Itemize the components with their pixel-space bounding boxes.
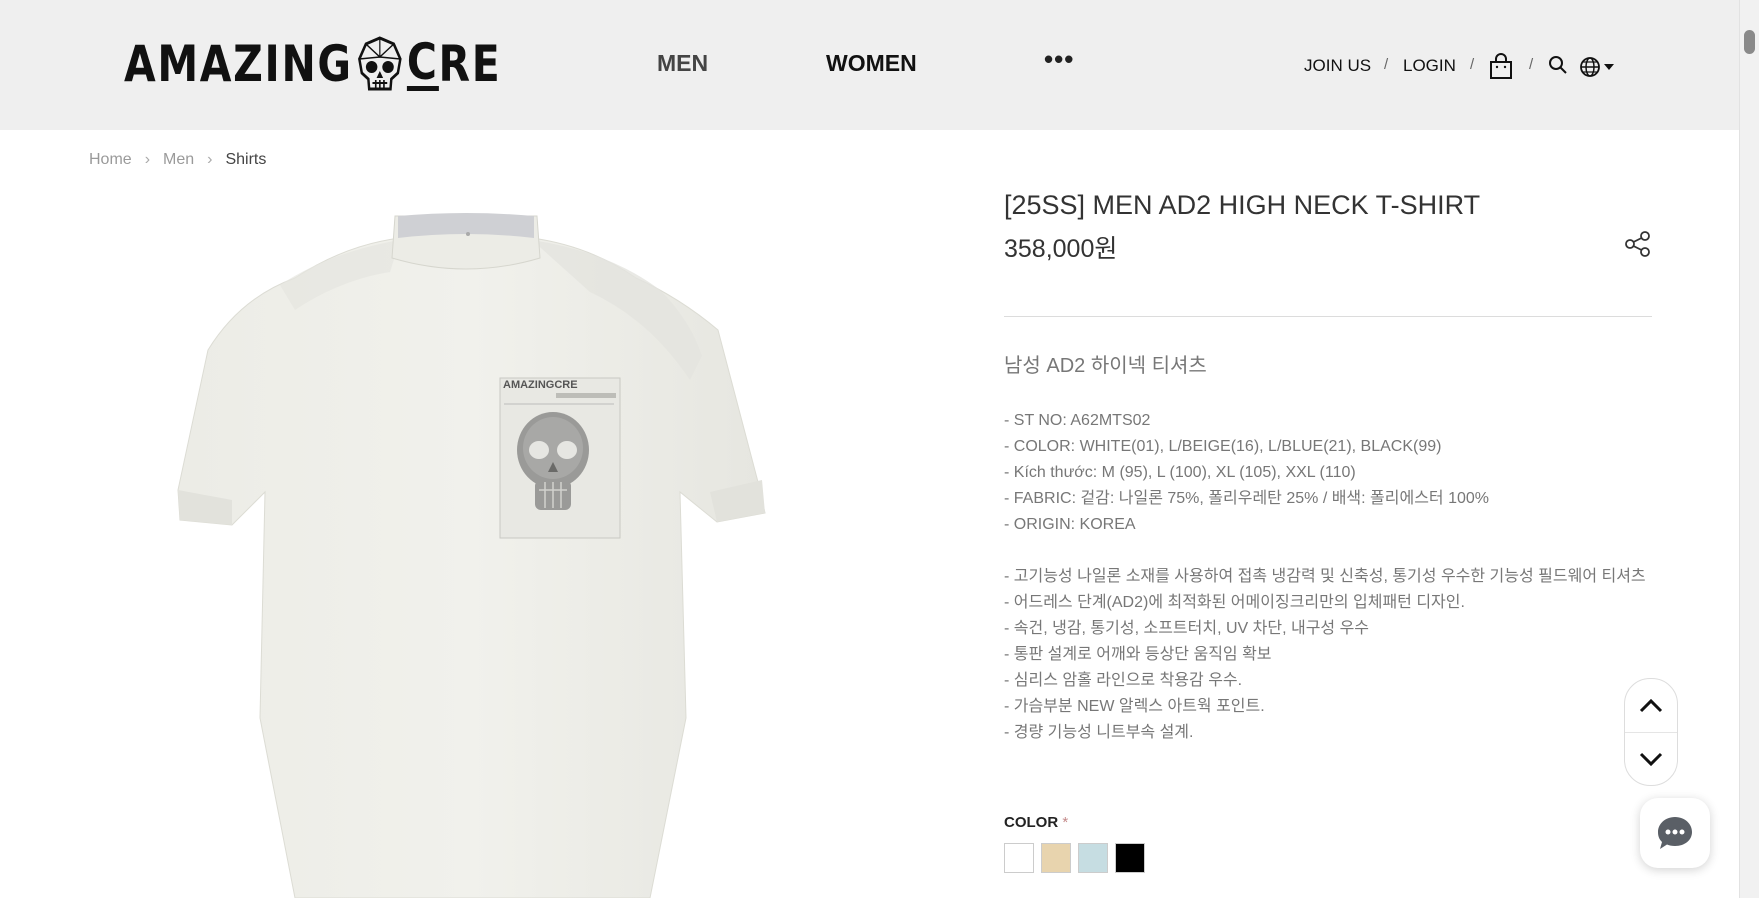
swatch-light-beige[interactable] — [1041, 843, 1071, 873]
spec-line: - FABRIC: 겉감: 나일론 75%, 폴리우레탄 25% / 배색: 폴… — [1004, 490, 1490, 507]
scroll-bottom-button[interactable] — [1625, 732, 1677, 785]
spec-line: - Kích thước: M (95), L (100), XL (105),… — [1004, 464, 1356, 481]
product-description: - ST NO: A62MTS02 - COLOR: WHITE(01), L/… — [1004, 408, 1652, 746]
breadcrumb: Home › Men › Shirts — [89, 151, 266, 169]
separator: / — [1470, 56, 1475, 73]
chest-print: AMAZINGCRE — [499, 377, 621, 539]
breadcrumb-shirts: Shirts — [225, 151, 267, 168]
feature-line: - 심리스 암홀 라인으로 착용감 우수. — [1004, 672, 1243, 689]
required-mark: * — [1062, 814, 1069, 831]
nav-more-button[interactable]: ••• — [1044, 44, 1074, 75]
scroll-buttons — [1624, 678, 1678, 786]
feature-line: - 고기능성 나일론 소재를 사용하여 접촉 냉감력 및 신축성, 통기성 우수… — [1004, 568, 1646, 585]
swatch-black[interactable] — [1115, 843, 1145, 873]
logo-text-o: C — [406, 32, 439, 91]
spec-line: - COLOR: WHITE(01), L/BEIGE(16), L/BLUE(… — [1004, 438, 1442, 455]
feature-line: - 통판 설계로 어깨와 등상단 움직임 확보 — [1004, 646, 1272, 663]
nav-women[interactable]: WOMEN — [826, 50, 917, 77]
globe-icon[interactable] — [1579, 56, 1601, 78]
swatch-white[interactable] — [1004, 843, 1034, 873]
chat-button[interactable] — [1640, 798, 1710, 868]
product-subtitle: 남성 AD2 하이넥 티셔츠 — [1004, 355, 1207, 377]
logo-text-left: AMAZING — [124, 35, 353, 93]
feature-line: - 속건, 냉감, 통기성, 소프트터치, UV 차단, 내구성 우수 — [1004, 620, 1370, 637]
product-price: 358,000원 — [1004, 235, 1118, 263]
color-label-text: COLOR — [1004, 814, 1059, 831]
feature-line: - 경량 기능성 니트부속 설계. — [1004, 724, 1194, 741]
breadcrumb-home[interactable]: Home — [89, 151, 132, 169]
product-image[interactable]: AMAZINGCRE — [90, 180, 870, 899]
login-link[interactable]: LOGIN — [1403, 56, 1456, 76]
divider — [1004, 316, 1652, 317]
skull-logo-icon — [357, 36, 402, 91]
share-icon[interactable] — [1624, 230, 1652, 258]
chevron-right-icon: › — [207, 151, 213, 168]
breadcrumb-men[interactable]: Men — [163, 151, 194, 169]
search-icon[interactable] — [1548, 55, 1568, 75]
feature-line: - 어드레스 단계(AD2)에 최적화된 어메이징크리만의 입체패턴 디자인. — [1004, 594, 1465, 611]
tshirt-illustration: AMAZINGCRE — [177, 213, 766, 899]
cart-icon[interactable] — [1488, 52, 1514, 80]
nav-men[interactable]: MEN — [657, 50, 708, 77]
chest-print-text: AMAZINGCRE — [503, 379, 578, 391]
scrollbar-thumb[interactable] — [1744, 30, 1755, 54]
scroll-top-button[interactable] — [1625, 679, 1677, 733]
join-us-link[interactable]: JOIN US — [1304, 56, 1371, 76]
chevron-up-icon — [1639, 698, 1663, 712]
spec-line: - ST NO: A62MTS02 — [1004, 412, 1151, 429]
separator: / — [1384, 56, 1389, 73]
swatch-light-blue[interactable] — [1078, 843, 1108, 873]
color-label: COLOR * — [1004, 814, 1068, 831]
brand-logo[interactable]: AMAZING C RE — [124, 32, 502, 93]
feature-line: - 가슴부분 NEW 알렉스 아트웍 포인트. — [1004, 698, 1265, 715]
site-header: AMAZING C RE MEN WOMEN ••• JOIN US / LOGI… — [0, 0, 1740, 130]
product-title: [25SS] MEN AD2 HIGH NECK T-SHIRT — [1004, 190, 1481, 220]
chevron-right-icon: › — [144, 151, 151, 168]
spec-line: - ORIGIN: KOREA — [1004, 516, 1136, 533]
page-scrollbar[interactable] — [1739, 0, 1759, 898]
logo-text-right: RE — [438, 35, 502, 93]
color-swatches — [1004, 843, 1145, 873]
chevron-down-icon — [1639, 752, 1663, 766]
caret-down-icon[interactable] — [1604, 64, 1614, 70]
separator: / — [1529, 56, 1534, 73]
chat-bubble-icon — [1658, 817, 1692, 849]
